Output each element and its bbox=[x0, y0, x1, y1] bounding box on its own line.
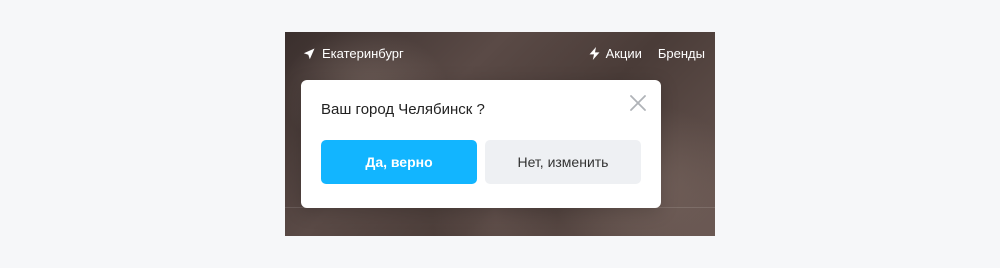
nav-item-promotions[interactable]: Акции bbox=[589, 46, 642, 61]
nav-item-promotions-label: Акции bbox=[605, 46, 642, 61]
location-arrow-icon bbox=[303, 48, 315, 60]
lightning-icon bbox=[589, 47, 600, 60]
city-selector[interactable]: Екатеринбург bbox=[303, 46, 404, 61]
top-bar: Екатеринбург Акции Бренды bbox=[285, 32, 715, 76]
close-icon[interactable] bbox=[629, 94, 647, 112]
header-nav: Акции Бренды bbox=[589, 46, 705, 61]
nav-item-brands-label: Бренды bbox=[657, 46, 705, 61]
change-city-button[interactable]: Нет, изменить bbox=[485, 140, 641, 184]
nav-item-brands[interactable]: Бренды bbox=[658, 46, 705, 61]
dialog-title: Ваш город Челябинск ? bbox=[321, 101, 485, 118]
confirm-city-button[interactable]: Да, верно bbox=[321, 140, 477, 184]
city-name: Екатеринбург bbox=[322, 46, 404, 61]
city-confirm-dialog: Ваш город Челябинск ? Да, верно Нет, изм… bbox=[301, 80, 661, 208]
